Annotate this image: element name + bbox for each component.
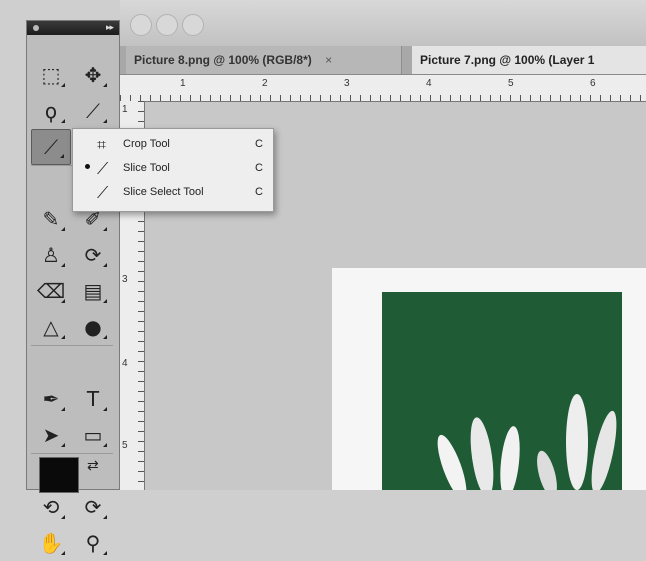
ruler-mark: 4 bbox=[122, 358, 128, 369]
selected-bullet-icon bbox=[85, 164, 90, 169]
tool-group-indicator bbox=[61, 299, 65, 303]
tool-group-indicator bbox=[103, 551, 107, 555]
menu-item-slice-tool[interactable]: ⟋ Slice Tool C bbox=[73, 157, 273, 181]
3d-camera-icon[interactable]: ⟳ bbox=[73, 489, 113, 525]
tool-group-indicator bbox=[61, 335, 65, 339]
3d-rotate-icon[interactable]: ⟲ bbox=[31, 489, 71, 525]
tab-picture-7[interactable]: Picture 7.png @ 100% (Layer 1 bbox=[412, 46, 646, 74]
hand-icon[interactable]: ✋ bbox=[31, 525, 71, 561]
dodge-icon[interactable]: ● bbox=[73, 309, 113, 345]
tool-group-indicator bbox=[61, 407, 65, 411]
menu-item-crop-tool[interactable]: ⌗ Crop Tool C bbox=[73, 133, 273, 157]
ruler-mark: 5 bbox=[122, 440, 128, 451]
menu-item-label: Slice Tool bbox=[123, 162, 170, 174]
minimize-window-button[interactable] bbox=[156, 14, 178, 36]
slice-icon: ⟋ bbox=[97, 159, 109, 178]
document-title-bar bbox=[120, 0, 646, 46]
tool-group-indicator bbox=[103, 263, 107, 267]
ruler-mark: 4 bbox=[426, 78, 432, 89]
menu-item-label: Slice Select Tool bbox=[123, 186, 204, 198]
crop-tool-flyout-menu: ⌗ Crop Tool C ⟋ Slice Tool C ⟋ Slice Sel… bbox=[72, 128, 274, 212]
tool-group-indicator bbox=[103, 227, 107, 231]
history-brush-icon[interactable]: ⟳ bbox=[73, 237, 113, 273]
tools-panel: ▸▸ ⬚ ✥ ϙ ⟋ ⟋ ✎ ✐ ♙ ⟳ ⌫ ▤ △ ● ✒ T ➤ ▭ ⟲ ⟳ ✋ ⚲ ⇄ bbox=[26, 20, 120, 555]
tool-group-indicator bbox=[103, 299, 107, 303]
move-icon[interactable]: ✥ bbox=[73, 57, 113, 93]
blur-icon[interactable]: △ bbox=[31, 309, 71, 345]
panel-close-icon[interactable] bbox=[33, 25, 39, 31]
tool-group-indicator bbox=[103, 335, 107, 339]
menu-item-shortcut: C bbox=[255, 138, 263, 150]
close-window-button[interactable] bbox=[130, 14, 152, 36]
ruler-mark: 6 bbox=[590, 78, 596, 89]
eraser-icon[interactable]: ⌫ bbox=[31, 273, 71, 309]
tool-group-indicator bbox=[61, 515, 65, 519]
menu-item-slice-select-tool[interactable]: ⟋ Slice Select Tool C bbox=[73, 181, 273, 205]
tab-picture-8[interactable]: Picture 8.png @ 100% (RGB/8*) × bbox=[126, 46, 402, 74]
tool-group-indicator bbox=[61, 227, 65, 231]
pen-icon[interactable]: ✒ bbox=[31, 381, 71, 417]
tool-group-indicator bbox=[61, 119, 65, 123]
tab-close-icon[interactable]: × bbox=[325, 53, 332, 67]
crop-icon: ⌗ bbox=[97, 135, 107, 154]
tool-group-indicator bbox=[103, 83, 107, 87]
tool-group-indicator bbox=[103, 119, 107, 123]
tools-separator bbox=[31, 453, 113, 454]
ruler-mark: 1 bbox=[180, 78, 186, 89]
menu-item-shortcut: C bbox=[255, 186, 263, 198]
flower-photo bbox=[382, 292, 622, 490]
tools-separator bbox=[31, 345, 113, 346]
tool-group-indicator bbox=[103, 407, 107, 411]
clone-stamp-icon[interactable]: ♙ bbox=[31, 237, 71, 273]
lasso-icon[interactable]: ϙ bbox=[31, 93, 71, 129]
slice-select-icon: ⟋ bbox=[97, 183, 109, 202]
tool-group-indicator bbox=[103, 443, 107, 447]
zoom-icon[interactable]: ⚲ bbox=[73, 525, 113, 561]
document-tab-bar: Picture 8.png @ 100% (RGB/8*) × Picture … bbox=[120, 46, 646, 75]
ruler-mark: 3 bbox=[344, 78, 350, 89]
slice-tool-icon[interactable]: ⟋ bbox=[31, 129, 71, 165]
swap-colors-icon[interactable]: ⇄ bbox=[87, 457, 99, 474]
ruler-mark: 1 bbox=[122, 104, 128, 115]
tools-panel-header[interactable]: ▸▸ bbox=[27, 21, 119, 35]
tool-group-indicator bbox=[61, 443, 65, 447]
marquee-icon[interactable]: ⬚ bbox=[31, 57, 71, 93]
ruler-mark: 2 bbox=[262, 78, 268, 89]
daisy-petals-image bbox=[437, 394, 617, 490]
ruler-mark: 3 bbox=[122, 274, 128, 285]
tool-group-indicator bbox=[61, 551, 65, 555]
quick-select-icon[interactable]: ⟋ bbox=[73, 93, 113, 129]
tab-label: Picture 8.png @ 100% (RGB/8*) bbox=[134, 53, 312, 67]
shape-icon[interactable]: ▭ bbox=[73, 417, 113, 453]
zoom-window-button[interactable] bbox=[182, 14, 204, 36]
menu-item-shortcut: C bbox=[255, 162, 263, 174]
foreground-color-swatch[interactable] bbox=[39, 457, 79, 493]
type-icon[interactable]: T bbox=[73, 381, 113, 417]
healing-brush-icon[interactable]: ✎ bbox=[31, 201, 71, 237]
tool-group-indicator bbox=[61, 83, 65, 87]
tool-group-indicator bbox=[60, 154, 64, 158]
menu-item-label: Crop Tool bbox=[123, 138, 170, 150]
tool-group-indicator bbox=[103, 515, 107, 519]
ruler-mark: 5 bbox=[508, 78, 514, 89]
horizontal-ruler[interactable] bbox=[120, 75, 646, 102]
path-select-icon[interactable]: ➤ bbox=[31, 417, 71, 453]
tool-group-indicator bbox=[61, 263, 65, 267]
gradient-icon[interactable]: ▤ bbox=[73, 273, 113, 309]
tab-label: Picture 7.png @ 100% (Layer 1 bbox=[420, 53, 595, 67]
panel-collapse-icon[interactable]: ▸▸ bbox=[106, 22, 114, 33]
